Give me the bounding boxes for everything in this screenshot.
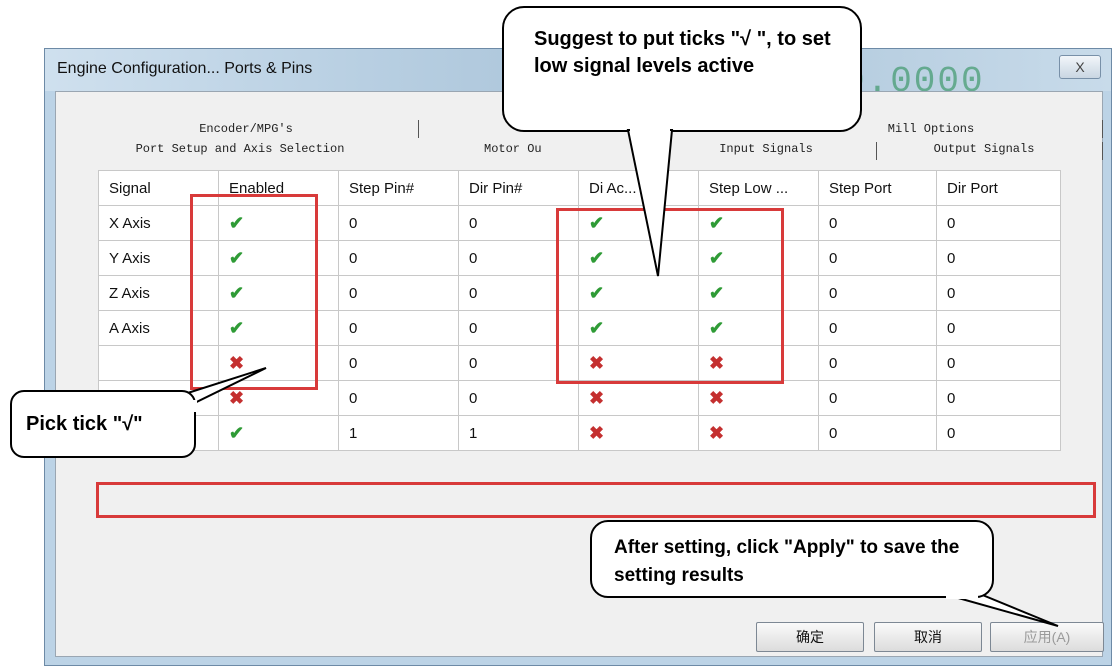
pointer-joints: [193, 129, 978, 599]
